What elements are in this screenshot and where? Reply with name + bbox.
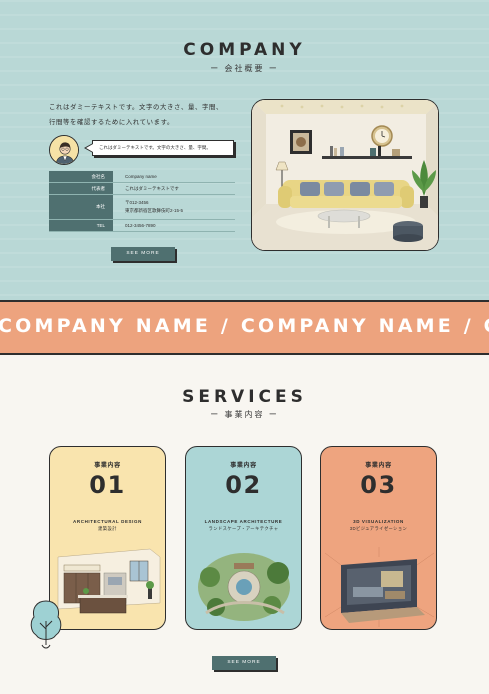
card-number: 01 — [89, 471, 126, 499]
info-key: 本社 — [49, 195, 113, 219]
table-row: TEL 012-3456-7890 — [49, 220, 235, 232]
card-number: 03 — [360, 471, 397, 499]
marquee-text: COMPANY NAME / COMPANY NAME / COMPANY NA… — [0, 315, 489, 337]
info-value-text: Company name — [125, 173, 157, 179]
info-value: 〒012-3456 東京都新宿区歌舞伎町2-15-5 — [113, 195, 235, 219]
info-value-text: 〒012-3456 — [125, 200, 149, 205]
info-value-text: これはダミーテキストです — [125, 185, 179, 191]
card-title-jp: 建築設計 — [98, 526, 117, 531]
card-label: 事業内容 — [230, 463, 257, 469]
info-key: TEL — [49, 220, 113, 231]
service-card-landscape-architecture[interactable]: 事業内容 02 LANDSCAPE ARCHITECTURE ランドスケープ・ア… — [185, 446, 302, 630]
info-value: Company name — [113, 171, 235, 182]
company-subtitle: ー 会社概要 ー — [210, 64, 279, 73]
card-label: 事業内容 — [365, 463, 392, 469]
table-row: 代表者 これはダミーテキストです — [49, 183, 235, 195]
info-value-text: 012-3456-7890 — [125, 222, 156, 228]
service-card-architectural-design[interactable]: 事業内容 01 ARCHITECTURAL DESIGN 建築設計 — [49, 446, 166, 630]
garden-illustration — [186, 543, 301, 629]
services-see-more-button[interactable]: SEE MORE — [212, 656, 276, 670]
3d-room-illustration — [321, 543, 436, 629]
card-label: 事業内容 — [94, 463, 121, 469]
company-title: COMPANY — [183, 40, 306, 60]
info-value: これはダミーテキストです — [113, 183, 235, 194]
living-room-photo — [251, 99, 439, 251]
service-card-3d-visualization[interactable]: 事業内容 03 3D VISUALIZATION 3Dビジュアライゼーション — [320, 446, 437, 630]
card-title-en: LANDSCAPE ARCHITECTURE — [204, 519, 283, 524]
info-value: 012-3456-7890 — [113, 220, 235, 231]
kitchen-illustration — [50, 543, 165, 629]
tree-illustration — [28, 597, 64, 653]
avatar — [49, 135, 79, 165]
speech-bubble-tail-inner — [86, 144, 93, 152]
card-title-jp: 3Dビジュアライゼーション — [349, 526, 408, 531]
card-title-en: 3D VISUALIZATION — [353, 519, 404, 524]
services-subtitle: ー 事業内容 ー — [210, 410, 279, 419]
card-number: 02 — [225, 471, 262, 499]
info-value-text: 東京都新宿区歌舞伎町2-15-5 — [125, 208, 184, 213]
card-title-jp: ランドスケープ・アーキテクチャ — [208, 526, 279, 531]
company-intro: これはダミーテキストです。文字の大きさ、量、字間、 行間等を確認するために入れて… — [49, 100, 249, 130]
company-info-table: 会社名 Company name 代表者 これはダミーテキストです 本社 〒01… — [49, 171, 235, 232]
services-section: SERVICES ー 事業内容 ー 事業内容 01 ARCHITECTURAL … — [0, 357, 489, 694]
intro-line: 行間等を確認するために入れています。 — [49, 119, 174, 126]
info-key: 代表者 — [49, 183, 113, 194]
table-row: 本社 〒012-3456 東京都新宿区歌舞伎町2-15-5 — [49, 195, 235, 220]
services-title: SERVICES — [182, 387, 307, 407]
table-row: 会社名 Company name — [49, 171, 235, 183]
company-section: COMPANY ー 会社概要 ー これはダミーテキストです。文字の大きさ、量、字… — [0, 0, 489, 302]
speech-bubble: これはダミーテキストです。文字の大きさ、量、字間。 — [92, 140, 234, 156]
company-name-marquee: COMPANY NAME / COMPANY NAME / COMPANY NA… — [0, 300, 489, 355]
intro-line: これはダミーテキストです。文字の大きさ、量、字間、 — [49, 104, 223, 111]
card-title-en: ARCHITECTURAL DESIGN — [73, 519, 142, 524]
info-key: 会社名 — [49, 171, 113, 182]
company-see-more-button[interactable]: SEE MORE — [111, 247, 175, 261]
